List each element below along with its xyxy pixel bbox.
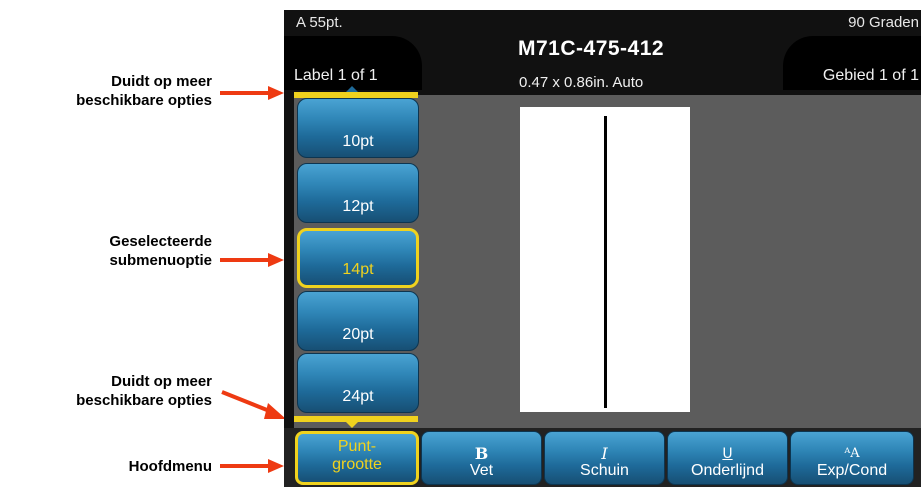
expand-condense-icon: ᴬA [844,446,860,461]
area-counter: Gebied 1 of 1 [822,67,919,84]
main-menu: Punt- grootte B Vet I Schuin U Onderlijn… [284,428,921,487]
label-part-number: M71C-475-412 [518,37,665,60]
callout-main-menu: Hoofdmenu [128,458,212,475]
arrow-icon [220,86,284,100]
label-counter: Label 1 of 1 [294,67,378,84]
callout-more-options-top: Duidt op meer beschikbare opties [76,73,212,109]
italic-icon: I [601,444,608,463]
bold-icon: B [474,444,489,463]
submenu-item-10pt[interactable]: 10pt [297,98,419,158]
font-size-status: A 55pt. [296,14,343,31]
menu-button-point-size[interactable]: Punt- grootte [295,431,419,485]
submenu-item-24pt[interactable]: 24pt [297,353,419,413]
callout-selected-submenu-option: Geselecteerde submenuoptie [109,233,212,269]
menu-button-bold[interactable]: B Vet [421,431,542,485]
arrow-icon [220,459,284,473]
text-cursor [604,116,607,408]
label-dimensions: 0.47 x 0.86in. Auto [519,74,644,91]
submenu-item-20pt[interactable]: 20pt [297,291,419,351]
submenu-item-14pt[interactable]: 14pt [297,228,419,288]
menu-button-underline[interactable]: U Onderlijnd [667,431,788,485]
menu-button-italic[interactable]: I Schuin [544,431,665,485]
arrow-icon [221,390,286,419]
underline-icon: U [722,446,733,462]
submenu-item-12pt[interactable]: 12pt [297,163,419,223]
arrow-icon [220,253,284,267]
menu-button-expand-condense[interactable]: ᴬA Exp/Cond [790,431,914,485]
printer-screen: A 55pt. 90 Graden Label 1 of 1 Gebied 1 … [284,10,921,487]
rotation-status: 90 Graden [848,14,919,31]
callout-more-options-bottom: Duidt op meer beschikbare opties [76,373,212,409]
chevron-up-icon [346,86,358,92]
